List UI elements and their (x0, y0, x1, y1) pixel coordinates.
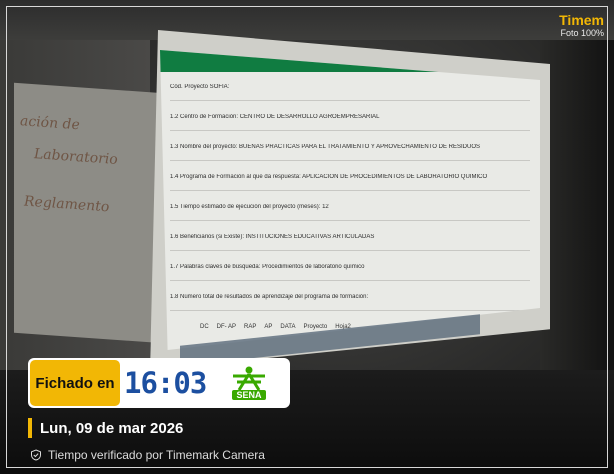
ceiling (0, 0, 614, 40)
fichado-label: Fichado en (30, 360, 120, 406)
sheet-tab: Proyecto (303, 324, 328, 330)
watermark-sub: Foto 100% (560, 28, 604, 38)
sheet-row: 1.8 Número total de resultados de aprend… (170, 294, 530, 311)
watermark-brand: Timem (559, 12, 604, 28)
date-accent-bar (28, 418, 32, 438)
date-row: Lun, 09 de mar 2026 (28, 418, 183, 438)
sheet-row: 1.6 Beneficiarios (si Existe): INSTITUCI… (170, 234, 530, 251)
sheet-tab: AP (264, 324, 273, 330)
sheet-row: 1.7 Palabras claves de búsqueda: Procedi… (170, 264, 530, 281)
whiteboard-writing: Reglamento (24, 193, 110, 216)
sheet-tab: DATA (280, 324, 296, 330)
timemark-watermark: Timem Foto 100% (559, 12, 604, 38)
whiteboard-writing: ación de (20, 113, 80, 134)
photo-frame: ación de Laboratorio Reglamento Cód. Pro… (0, 0, 614, 474)
sheet-row: 1.4 Programa de Formación al que da resp… (170, 174, 530, 191)
projected-spreadsheet: Cód. Proyecto SOFIA: 1.2 Centro de Formac… (160, 50, 540, 350)
sheet-tab: DF- AP (216, 324, 237, 330)
sheet-row: 1.3 Nombre del proyecto: BUENAS PRÁCTICA… (170, 144, 530, 161)
whiteboard: ación de Laboratorio Reglamento (14, 82, 164, 344)
sheet-row: Cód. Proyecto SOFIA: (170, 84, 530, 101)
sheet-row: 1.5 Tiempo estimado de ejecución del pro… (170, 204, 530, 221)
capture-date: Lun, 09 de mar 2026 (40, 419, 184, 437)
sheet-tab: DC (200, 324, 209, 330)
sena-logo-icon (233, 366, 265, 390)
clock-time: 16:03 (124, 366, 207, 400)
shield-check-icon (31, 449, 41, 461)
verified-row: Tiempo verificado por Timemark Camera (30, 448, 265, 462)
sheet-tab: RAP (244, 324, 257, 330)
sena-logo-text: SENA (232, 390, 266, 400)
sena-logo: SENA (214, 360, 284, 406)
verified-text: Tiempo verificado por Timemark Camera (48, 448, 265, 462)
sheet-row: 1.2 Centro de Formación: CENTRO DE DESAR… (170, 114, 530, 131)
whiteboard-writing: Laboratorio (34, 146, 118, 169)
